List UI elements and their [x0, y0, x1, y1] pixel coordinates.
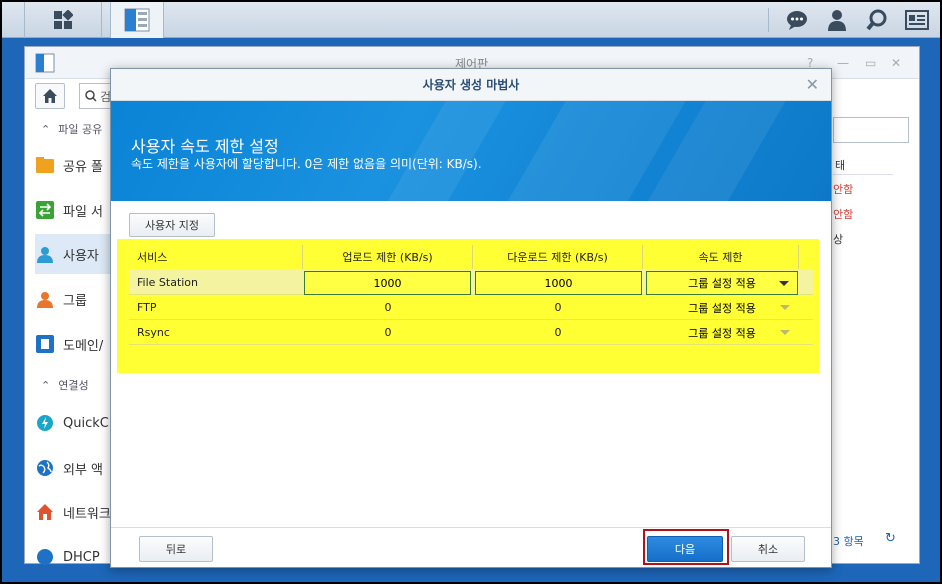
search-button[interactable] [858, 2, 896, 38]
user-icon [35, 244, 55, 264]
sidebar-item-group[interactable]: 그룹 [35, 279, 113, 319]
control-panel-search-input[interactable]: 검 [79, 83, 113, 109]
widgets-icon [905, 10, 929, 30]
sidebar-item-shared-folder[interactable]: 공유 폴 [35, 145, 113, 185]
wizard-titlebar: 사용자 생성 마법사 ✕ [111, 69, 831, 101]
banner-decoration [364, 101, 518, 201]
status-cell: 상 [833, 233, 844, 246]
chevron-up-icon: ⌃ [41, 378, 51, 392]
chat-button[interactable] [778, 2, 816, 38]
widgets-button[interactable] [898, 2, 936, 38]
search-icon [866, 9, 887, 31]
wizard-banner: 사용자 속도 제한 설정 속도 제한을 사용자에 할당합니다. 0은 제한 없음… [111, 101, 831, 201]
dhcp-icon [35, 547, 55, 567]
service-name: FTP [137, 301, 157, 314]
sidebar-section-file-sharing[interactable]: ⌃ 파일 공유 [41, 121, 102, 137]
download-limit-input[interactable]: 1000 [475, 271, 642, 295]
sidebar-item-network[interactable]: 네트워크 [35, 492, 113, 532]
grid-icon [54, 10, 73, 29]
minimize-icon[interactable]: — [837, 56, 849, 70]
user-button[interactable] [818, 2, 856, 38]
column-header-upload[interactable]: 업로드 제한 (KB/s) [303, 245, 473, 269]
chevron-down-icon [780, 330, 790, 335]
next-button[interactable]: 다음 [647, 536, 723, 562]
sidebar-item-user[interactable]: 사용자 [35, 234, 113, 274]
table-row[interactable]: File Station 1000 1000 그룹 설정 적용 [129, 270, 813, 295]
chevron-up-icon: ⌃ [41, 122, 51, 136]
globe-icon [35, 458, 55, 478]
speed-limit-select[interactable]: 그룹 설정 적용 [646, 271, 798, 295]
main-menu-button[interactable] [24, 2, 102, 38]
chevron-down-icon [779, 281, 789, 286]
control-panel-window-icon [35, 53, 55, 77]
upload-limit-input[interactable]: 1000 [304, 271, 471, 295]
desktop: 제어판 ? — ▭ ✕ 검 ⌃ 파일 공유 공유 폴 파일 서 사용자 그룹 도… [0, 0, 942, 584]
taskbar-separator [768, 8, 769, 32]
file-services-icon [35, 200, 55, 220]
sidebar-item-dhcp[interactable]: DHCP [35, 537, 113, 577]
control-panel-icon [124, 8, 150, 32]
sidebar-item-external-access[interactable]: 외부 액 [35, 448, 113, 488]
sidebar-item-domain[interactable]: 도메인/ [35, 324, 113, 364]
user-icon [828, 10, 846, 31]
chevron-down-icon [780, 305, 790, 310]
speed-limit-value: 그룹 설정 적용 [688, 327, 756, 340]
status-cell: 안함 [833, 208, 854, 221]
sidebar-item-file-services[interactable]: 파일 서 [35, 190, 113, 230]
column-header-speed-limit[interactable]: 속도 제한 [643, 245, 799, 269]
speed-limit-value: 그룹 설정 적용 [688, 277, 756, 290]
create-user-wizard: 사용자 생성 마법사 ✕ 사용자 속도 제한 설정 속도 제한을 사용자에 할당… [110, 68, 832, 568]
search-icon [85, 90, 97, 102]
domain-icon [35, 334, 55, 354]
sidebar-item-quickconnect[interactable]: QuickC [35, 403, 113, 443]
home-icon [43, 89, 57, 103]
service-name: Rsync [137, 326, 170, 339]
download-limit-value[interactable]: 0 [473, 320, 643, 345]
user-filter-input[interactable] [833, 117, 909, 143]
status-column-header[interactable]: 태 [833, 151, 893, 175]
table-row[interactable]: FTP 0 0 그룹 설정 적용 [129, 295, 813, 320]
chat-icon [787, 11, 807, 30]
network-home-icon [35, 502, 55, 522]
close-icon[interactable]: ✕ [806, 75, 819, 94]
sidebar-section-connectivity[interactable]: ⌃ 연결성 [41, 377, 89, 393]
home-button[interactable] [35, 83, 65, 109]
close-icon[interactable]: ✕ [891, 56, 901, 70]
wizard-title: 사용자 생성 마법사 [422, 78, 520, 92]
upload-limit-value[interactable]: 0 [303, 320, 473, 345]
speed-limit-value: 그룹 설정 적용 [688, 302, 756, 315]
maximize-icon[interactable]: ▭ [865, 56, 876, 70]
item-count: 3 항목 [833, 535, 864, 548]
back-button[interactable]: 뒤로 [139, 536, 213, 562]
taskbar [2, 2, 940, 38]
table-row[interactable]: Rsync 0 0 그룹 설정 적용 [129, 320, 813, 345]
customize-button[interactable]: 사용자 지정 [129, 213, 215, 237]
download-limit-value[interactable]: 0 [473, 295, 643, 320]
speed-limit-select[interactable]: 그룹 설정 적용 [646, 296, 798, 320]
wizard-subheading: 속도 제한을 사용자에 할당합니다. 0은 제한 없음을 의미(단위: KB/s… [131, 157, 482, 171]
upload-limit-value[interactable]: 0 [303, 295, 473, 320]
status-cell: 안함 [833, 183, 854, 196]
speed-limit-select[interactable]: 그룹 설정 적용 [646, 321, 798, 345]
shared-folder-icon [35, 155, 55, 175]
cancel-button[interactable]: 취소 [731, 536, 805, 562]
column-header-service[interactable]: 서비스 [129, 245, 303, 269]
wizard-heading: 사용자 속도 제한 설정 [131, 137, 279, 156]
column-header-download[interactable]: 다운로드 제한 (KB/s) [473, 245, 643, 269]
wizard-footer: 뒤로 다음 취소 [111, 527, 831, 567]
control-panel-taskbar-button[interactable] [110, 2, 164, 38]
group-icon [35, 289, 55, 309]
refresh-icon[interactable]: ↻ [885, 531, 896, 546]
quickconnect-icon [35, 413, 55, 433]
service-name: File Station [137, 276, 199, 289]
